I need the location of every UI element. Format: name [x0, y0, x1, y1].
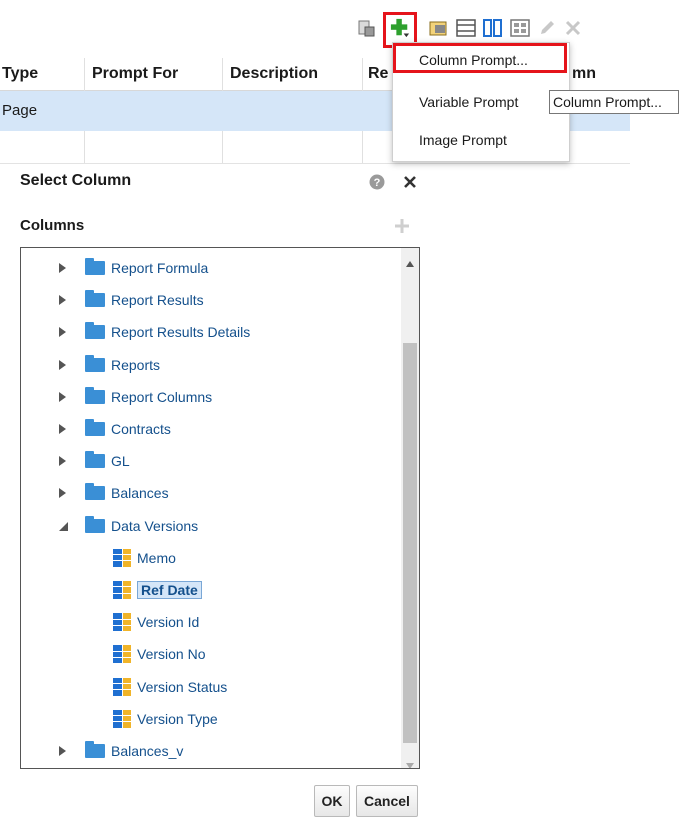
- folder-icon: [85, 258, 105, 275]
- scroll-up-icon[interactable]: [406, 254, 414, 270]
- tree-item[interactable]: Data Versions: [59, 514, 198, 538]
- tree-item[interactable]: Report Columns: [59, 385, 212, 409]
- tree-item[interactable]: Version Type: [113, 707, 218, 731]
- tree-item-label: Data Versions: [111, 517, 199, 534]
- tree-item-label: Reports: [111, 356, 161, 373]
- tree-item-label: GL: [111, 453, 130, 470]
- tree-item-label: Ref Date: [137, 581, 202, 599]
- tree-item-label: Report Columns: [111, 388, 213, 405]
- delete-icon[interactable]: [563, 18, 583, 38]
- tree-item[interactable]: Balances: [59, 481, 169, 505]
- tree-item-label: Contracts: [111, 421, 171, 437]
- column-icon: [113, 709, 131, 728]
- help-icon[interactable]: ?: [369, 174, 385, 193]
- menu-item-variable-prompt[interactable]: Variable Prompt: [393, 85, 569, 119]
- collapsed-arrow-icon[interactable]: [59, 743, 73, 759]
- folder-icon: [85, 515, 105, 533]
- folder-icon: [85, 451, 105, 469]
- tree-item-label: Memo: [137, 549, 176, 566]
- tree-item[interactable]: Reports: [59, 353, 160, 377]
- collapsed-arrow-icon[interactable]: [59, 260, 73, 276]
- column-icon: [113, 677, 131, 696]
- insert-page-icon[interactable]: [429, 18, 449, 38]
- column-prompt-highlight: [393, 43, 567, 73]
- edit-icon[interactable]: [537, 18, 557, 38]
- tree-item-label: Version Status: [137, 678, 228, 695]
- collapsed-arrow-icon[interactable]: [59, 485, 73, 501]
- tree-item[interactable]: Version Status: [113, 675, 227, 699]
- tree-item[interactable]: Balances_v: [59, 739, 183, 763]
- folder-icon: [85, 354, 105, 372]
- svg-text:?: ?: [374, 177, 381, 189]
- expanded-arrow-icon[interactable]: [59, 518, 73, 534]
- folder-icon: [85, 419, 105, 436]
- collapsed-arrow-icon[interactable]: [59, 389, 73, 405]
- column-icon: [113, 645, 131, 664]
- tree-item-label: Balances_v: [111, 743, 184, 759]
- close-icon[interactable]: [403, 175, 417, 192]
- grid-layout-icon[interactable]: [510, 18, 530, 38]
- scroll-thumb[interactable]: [403, 343, 417, 743]
- folder-icon: [85, 386, 105, 404]
- scroll-down-icon[interactable]: [406, 756, 414, 768]
- column-icon: [113, 548, 131, 567]
- tooltip: Column Prompt...: [549, 90, 679, 114]
- column-icon: [113, 613, 131, 632]
- tree-item[interactable]: Version Id: [113, 610, 199, 634]
- tree-item[interactable]: Contracts: [59, 417, 171, 441]
- tree-item-label: Report Formula: [111, 260, 209, 276]
- header-type[interactable]: Type: [2, 58, 38, 90]
- collapsed-arrow-icon[interactable]: [59, 324, 73, 340]
- row-layout-icon[interactable]: [456, 18, 476, 38]
- header-description[interactable]: Description: [230, 58, 318, 90]
- folder-icon: [85, 741, 105, 758]
- tree-item[interactable]: Memo: [113, 546, 176, 570]
- ok-button[interactable]: OK: [314, 785, 350, 817]
- cancel-button[interactable]: Cancel: [356, 785, 418, 817]
- tree-item[interactable]: Report Results Details: [59, 320, 250, 344]
- properties-icon[interactable]: [356, 18, 376, 38]
- tree-item-label: Version Type: [137, 710, 218, 727]
- menu-item-image-prompt[interactable]: Image Prompt: [393, 123, 569, 157]
- folder-icon: [85, 322, 105, 340]
- columns-tree[interactable]: Report Formula Report Results Report Resul…: [20, 247, 420, 769]
- header-prompt-for[interactable]: Prompt For: [92, 58, 178, 90]
- tree-item-label: Balances: [111, 485, 169, 502]
- header-column[interactable]: mn: [572, 58, 596, 90]
- tree-item[interactable]: Report Results: [59, 288, 204, 312]
- header-required[interactable]: Re: [368, 58, 388, 90]
- collapsed-arrow-icon[interactable]: [59, 357, 73, 373]
- tree-item[interactable]: Report Formula: [59, 256, 208, 280]
- collapsed-arrow-icon[interactable]: [59, 292, 73, 308]
- collapsed-arrow-icon[interactable]: [59, 421, 73, 437]
- tree-item[interactable]: Version No: [113, 642, 205, 666]
- tree-item-label: Report Results: [111, 292, 204, 309]
- column-layout-icon[interactable]: [483, 18, 503, 38]
- folder-icon: [85, 483, 105, 501]
- folder-icon: [85, 290, 105, 308]
- tree-item-label: Report Results Details: [111, 324, 251, 341]
- tree-item[interactable]: GL: [59, 449, 130, 473]
- columns-heading: Columns: [20, 217, 85, 234]
- tree-item-label: Version No: [137, 646, 206, 663]
- add-column-icon[interactable]: [395, 219, 409, 236]
- row-type: Page: [2, 102, 38, 119]
- column-icon: [113, 581, 131, 599]
- collapsed-arrow-icon[interactable]: [59, 453, 73, 469]
- scrollbar[interactable]: [401, 248, 419, 768]
- tree-item-label: Version Id: [137, 614, 200, 631]
- tree-item[interactable]: Ref Date: [113, 578, 202, 602]
- dialog-title: Select Column: [20, 172, 132, 189]
